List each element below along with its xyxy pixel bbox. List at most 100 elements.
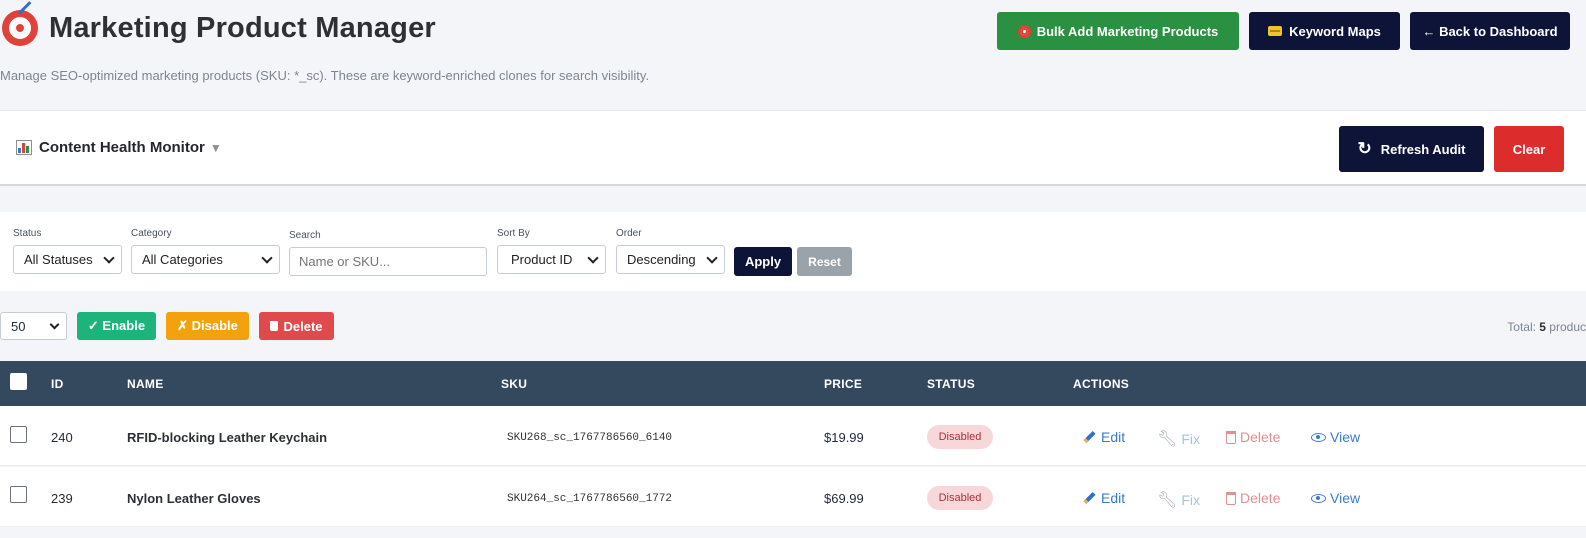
keyword-maps-label: Keyword Maps bbox=[1289, 23, 1381, 39]
pencil-icon bbox=[1083, 491, 1096, 505]
view-action[interactable]: View bbox=[1311, 429, 1360, 445]
column-header-id[interactable]: ID bbox=[51, 377, 64, 391]
eye-icon bbox=[1311, 432, 1326, 442]
order-select-value: Descending bbox=[627, 252, 696, 267]
row-id: 239 bbox=[51, 491, 73, 506]
trash-icon bbox=[1226, 430, 1236, 444]
eye-icon bbox=[1311, 493, 1326, 503]
sort-by-filter: Sort By Product ID bbox=[497, 228, 606, 274]
wrench-icon: 🔧︎ bbox=[1157, 492, 1178, 509]
chevron-down-icon bbox=[706, 252, 718, 264]
category-label: Category bbox=[131, 228, 172, 239]
column-header-price[interactable]: PRICE bbox=[824, 377, 862, 391]
search-input[interactable] bbox=[289, 247, 487, 276]
trash-icon bbox=[270, 321, 279, 331]
edit-label: Edit bbox=[1101, 429, 1126, 445]
bulk-delete-button[interactable]: Delete bbox=[259, 312, 334, 340]
view-label: View bbox=[1330, 429, 1361, 445]
per-page-value: 50 bbox=[11, 318, 26, 334]
delete-label: Delete bbox=[1240, 490, 1281, 506]
total-number: 5 bbox=[1539, 320, 1546, 334]
title-row: Marketing Product Manager bbox=[0, 1, 436, 48]
edit-label: Edit bbox=[1101, 490, 1126, 506]
fix-label: Fix bbox=[1181, 492, 1200, 508]
table-row: 239 Nylon Leather Gloves SKU264_sc_17677… bbox=[0, 467, 1586, 527]
column-header-name[interactable]: NAME bbox=[127, 377, 164, 391]
back-label: ← Back to Dashboard bbox=[1422, 23, 1558, 39]
bulk-add-marketing-products-button[interactable]: Bulk Add Marketing Products bbox=[997, 12, 1239, 50]
marketing-product-manager-page: Marketing Product Manager Manage SEO-opt… bbox=[0, 0, 1586, 538]
column-header-actions: ACTIONS bbox=[1073, 377, 1130, 391]
search-filter: Search bbox=[289, 230, 487, 276]
refresh-audit-button[interactable]: ↻ Refresh Audit bbox=[1339, 126, 1484, 172]
delete-action[interactable]: Delete bbox=[1226, 429, 1280, 445]
card-icon bbox=[1268, 26, 1283, 36]
table-row: 240 RFID-blocking Leather Keychain SKU26… bbox=[0, 406, 1586, 466]
chevron-down-icon bbox=[587, 252, 599, 264]
row-checkbox[interactable] bbox=[10, 426, 27, 443]
view-label: View bbox=[1330, 490, 1361, 506]
row-price: $19.99 bbox=[824, 430, 864, 445]
reset-button[interactable]: Reset bbox=[797, 247, 852, 276]
row-name: RFID-blocking Leather Keychain bbox=[127, 430, 328, 445]
fix-action[interactable]: 🔧︎ Fix bbox=[1157, 490, 1200, 510]
wrench-icon: 🔧︎ bbox=[1157, 431, 1178, 448]
header-actions: Bulk Add Marketing Products Keyword Maps… bbox=[997, 12, 1570, 50]
category-filter: Category All Categories bbox=[131, 228, 280, 274]
edit-action[interactable]: Edit bbox=[1083, 490, 1125, 506]
view-action[interactable]: View bbox=[1311, 490, 1360, 506]
sort-by-select[interactable]: Product ID bbox=[497, 245, 606, 274]
edit-action[interactable]: Edit bbox=[1083, 429, 1125, 445]
delete-label: Delete bbox=[1240, 429, 1281, 445]
content-health-panel: Content Health Monitor ▼ ↻ Refresh Audit… bbox=[0, 110, 1586, 186]
target-icon bbox=[1017, 24, 1031, 38]
caret-down-icon: ▼ bbox=[209, 140, 222, 155]
bar-chart-icon bbox=[16, 140, 32, 155]
row-id: 240 bbox=[51, 430, 73, 445]
row-name: Nylon Leather Gloves bbox=[127, 491, 261, 506]
order-select[interactable]: Descending bbox=[616, 245, 725, 274]
category-select-value: All Categories bbox=[142, 252, 223, 267]
content-health-title: Content Health Monitor bbox=[39, 139, 205, 156]
order-filter: Order Descending bbox=[616, 228, 725, 274]
column-header-sku[interactable]: SKU bbox=[501, 377, 527, 391]
total-suffix: produc bbox=[1545, 320, 1586, 334]
total-label: Total: bbox=[1507, 320, 1540, 334]
status-badge[interactable]: Disabled bbox=[927, 425, 993, 449]
sort-by-select-value: Product ID bbox=[511, 252, 573, 267]
total-count: Total: 5 produc bbox=[1507, 320, 1586, 334]
chevron-down-icon bbox=[103, 252, 115, 264]
page-subtitle: Manage SEO-optimized marketing products … bbox=[0, 68, 650, 83]
filter-bar: Status All Statuses Category All Categor… bbox=[0, 212, 1586, 291]
pencil-icon bbox=[1083, 430, 1096, 444]
select-all-checkbox[interactable] bbox=[10, 373, 27, 390]
bulk-delete-label: Delete bbox=[283, 318, 323, 334]
per-page-select[interactable]: 50 bbox=[0, 312, 67, 340]
order-label: Order bbox=[616, 228, 642, 239]
clear-button[interactable]: Clear bbox=[1494, 126, 1564, 172]
sort-by-label: Sort By bbox=[497, 228, 530, 239]
refresh-audit-label: Refresh Audit bbox=[1380, 141, 1466, 157]
status-filter: Status All Statuses bbox=[13, 228, 122, 274]
refresh-icon: ↻ bbox=[1357, 139, 1372, 158]
bulk-disable-button[interactable]: ✗ Disable bbox=[166, 312, 249, 340]
delete-action[interactable]: Delete bbox=[1226, 490, 1280, 506]
status-select[interactable]: All Statuses bbox=[13, 245, 122, 274]
fix-action[interactable]: 🔧︎ Fix bbox=[1157, 429, 1200, 449]
status-select-value: All Statuses bbox=[24, 252, 93, 267]
category-select[interactable]: All Categories bbox=[131, 245, 280, 274]
content-health-toggle[interactable]: Content Health Monitor ▼ bbox=[16, 139, 222, 156]
keyword-maps-button[interactable]: Keyword Maps bbox=[1249, 12, 1400, 50]
chevron-down-icon bbox=[261, 252, 273, 264]
status-badge[interactable]: Disabled bbox=[927, 486, 993, 510]
back-to-dashboard-button[interactable]: ← Back to Dashboard bbox=[1410, 12, 1570, 50]
row-checkbox[interactable] bbox=[10, 486, 27, 503]
trash-icon bbox=[1226, 491, 1236, 505]
apply-button[interactable]: Apply bbox=[734, 247, 792, 276]
chevron-down-icon bbox=[49, 319, 60, 330]
column-header-status[interactable]: STATUS bbox=[927, 377, 975, 391]
row-sku: SKU264_sc_1767786560_1772 bbox=[507, 493, 673, 505]
bulk-add-label: Bulk Add Marketing Products bbox=[1036, 23, 1219, 39]
bulk-enable-button[interactable]: ✓ Enable bbox=[77, 312, 156, 340]
table-header: ID NAME SKU PRICE STATUS ACTIONS bbox=[0, 361, 1586, 406]
